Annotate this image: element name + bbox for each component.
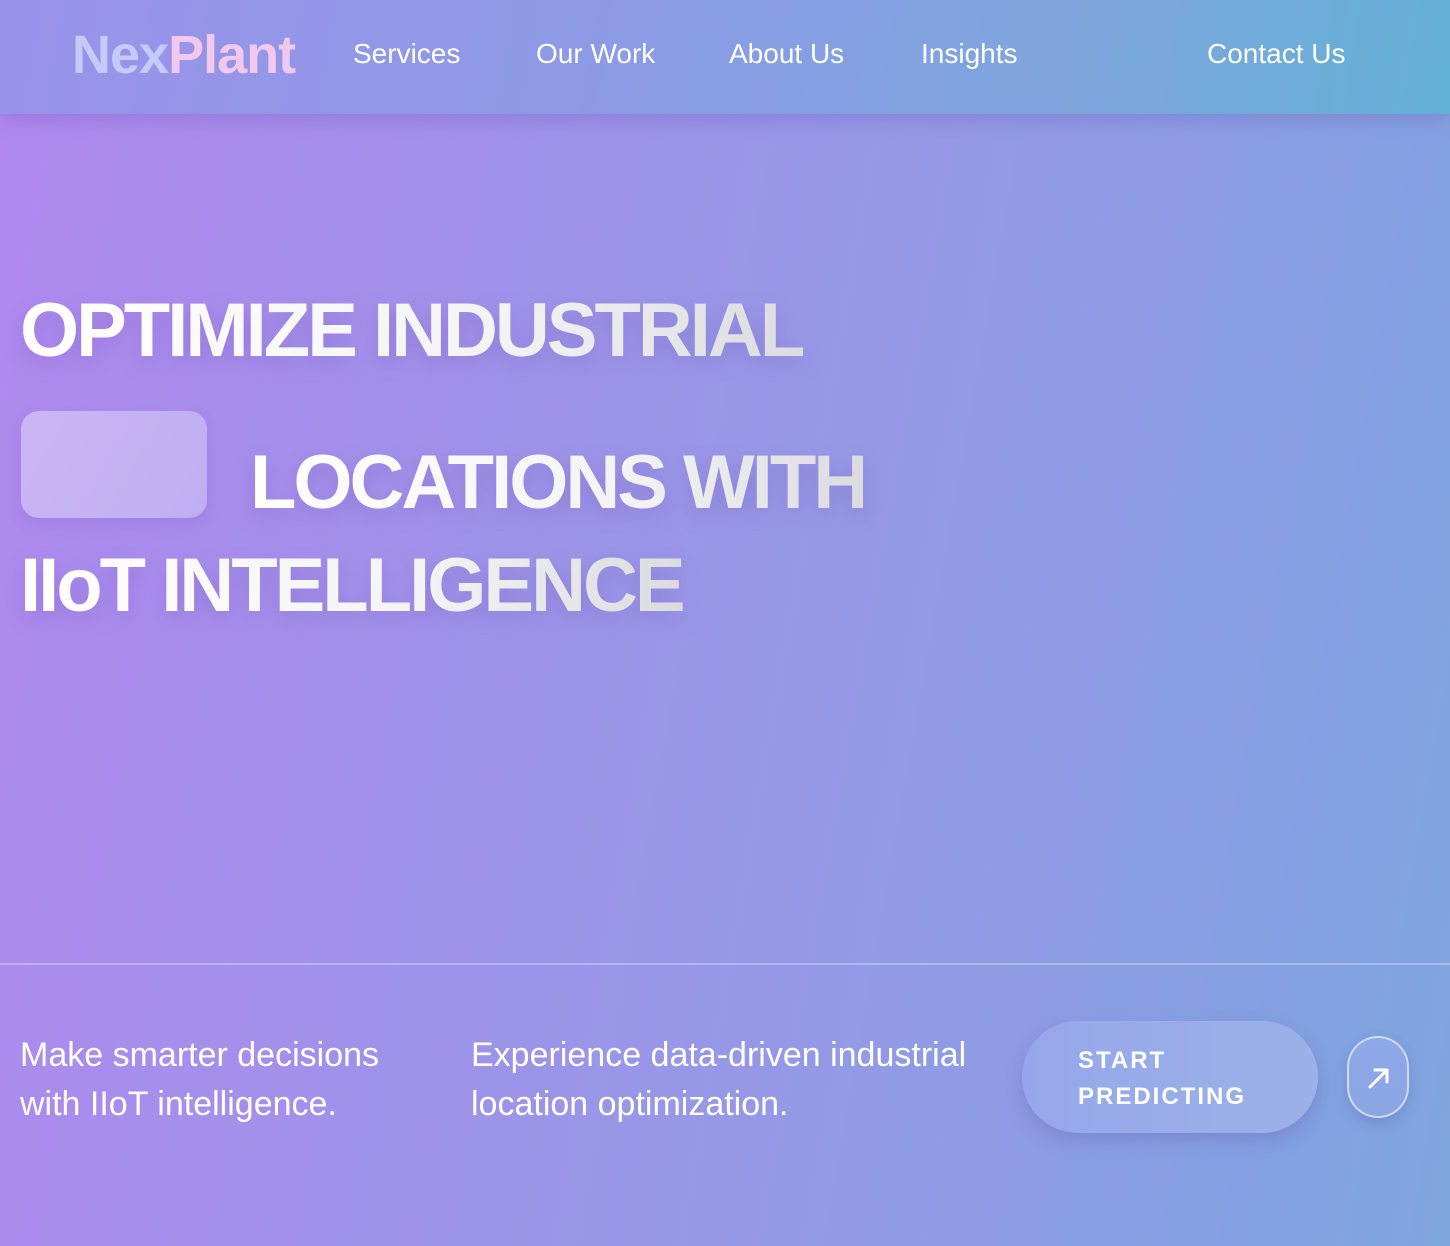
hero-heading-line-1: OPTIMIZE INDUSTRIAL (20, 286, 806, 376)
start-predicting-button[interactable]: START PREDICTING (1022, 1021, 1318, 1133)
cta-line-2: PREDICTING (1078, 1083, 1247, 1110)
hero-image-placeholder (21, 411, 207, 518)
tagline-right-line-1: Experience data-driven industrial (471, 1036, 967, 1074)
tagline-right: Experience data-driven industrial locati… (471, 1031, 966, 1129)
tagline-right-line-2: location optimization. (471, 1085, 789, 1123)
tagline-left: Make smarter decisions with IIoT intelli… (20, 1031, 379, 1129)
tagline-left-line-1: Make smarter decisions (20, 1036, 380, 1074)
navbar: NexPlant Services Our Work About Us Insi… (0, 0, 1450, 114)
start-predicting-label: START PREDICTING (1078, 1043, 1278, 1115)
tagline-left-line-2: with IIoT intelligence. (20, 1085, 337, 1123)
nav-insights[interactable]: Insights (921, 36, 1018, 72)
cta-line-1: START (1078, 1047, 1167, 1074)
arrow-up-right-icon (1368, 1068, 1389, 1089)
logo-plant: Plant (168, 25, 296, 85)
hero-heading-line-2: LOCATIONS WITH (250, 438, 868, 528)
nav-services[interactable]: Services (353, 36, 460, 72)
arrow-button[interactable] (1347, 1036, 1409, 1118)
nav-our-work[interactable]: Our Work (536, 36, 655, 72)
logo[interactable]: NexPlant (72, 24, 296, 86)
hero-heading-line-3: IIoT INTELLIGENCE (20, 541, 686, 631)
logo-nex: Nex (72, 25, 169, 85)
section-divider (0, 963, 1450, 965)
nav-about-us[interactable]: About Us (729, 36, 844, 72)
nav-contact-us[interactable]: Contact Us (1207, 36, 1346, 72)
